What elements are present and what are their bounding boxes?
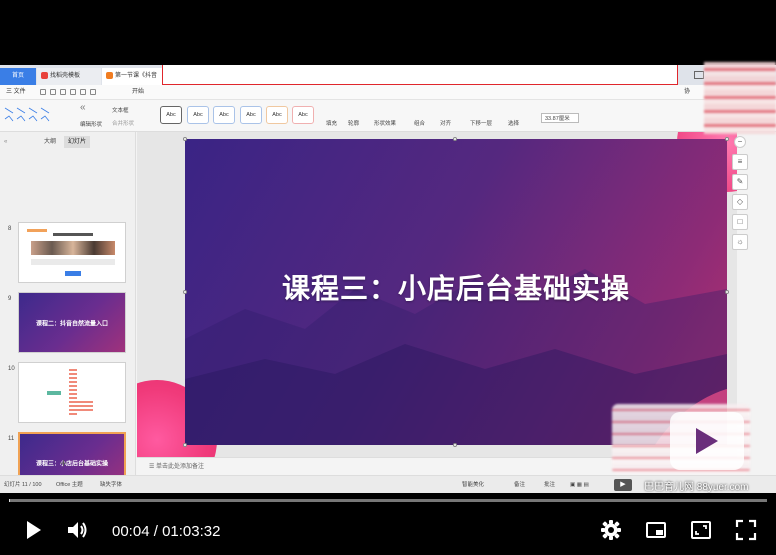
preview-icon[interactable] (70, 89, 76, 95)
slide-thumbnail-title: 课程三：小店后台基础实操 (35, 461, 108, 467)
tab-slides[interactable]: 幻灯片 (64, 136, 91, 148)
undo-icon[interactable] (80, 89, 86, 95)
slide-thumbnail-9[interactable]: 课程二：抖音自然流量入口 (18, 292, 126, 353)
fill-label[interactable]: 填充 (326, 119, 337, 127)
shape-style-1[interactable]: Abc (160, 106, 182, 124)
slide-thumbnail-panel: « 大纲 幻灯片 8 9 课程二：抖音自然流量入口 10 11 课程三：小店后台… (0, 132, 136, 493)
slide-count: 幻灯片 11 / 100 (4, 482, 42, 488)
time-separator: / (149, 523, 163, 540)
slide-number: 8 (8, 226, 12, 232)
volume-icon[interactable] (66, 519, 88, 541)
redo-icon[interactable] (90, 89, 96, 95)
time-display: 00:04 / 01:03:32 (112, 523, 220, 540)
frame-icon[interactable]: □ (732, 214, 748, 230)
layers-icon[interactable]: ≡ (732, 154, 748, 170)
tab-templates-label: 找稻壳模板 (50, 73, 81, 79)
edit-shape-label[interactable]: 编辑形状 (80, 120, 102, 128)
tab-outline[interactable]: 大纲 (44, 136, 56, 148)
outline-label[interactable]: 轮廓 (348, 119, 359, 127)
redaction-box (162, 65, 678, 85)
fullscreen-icon[interactable] (735, 519, 757, 541)
resize-handle[interactable] (453, 137, 457, 141)
panel-tabs: « 大纲 幻灯片 (0, 136, 136, 148)
merge-shape-label[interactable]: 合并形状 (112, 119, 134, 127)
duration: 01:03:32 (162, 523, 221, 540)
slideshow-play-icon[interactable]: ▶ (614, 479, 632, 491)
progress-fill (9, 499, 10, 502)
move-down-label[interactable]: 下移一层 (470, 119, 492, 127)
add-slide-button[interactable]: + (60, 456, 67, 470)
resize-handle[interactable] (183, 137, 187, 141)
diamond-icon[interactable]: ◇ (732, 194, 748, 210)
ribbon-toolbar: « 编辑形状 文本框 合并形状 Abc Abc Abc Abc Abc Abc … (0, 100, 776, 132)
shape-style-6[interactable]: Abc (292, 106, 314, 124)
menu-collab[interactable]: 协 (684, 85, 690, 100)
slide-number: 11 (8, 436, 15, 442)
shape-style-3[interactable]: Abc (213, 106, 235, 124)
watermark-play-icon (696, 428, 718, 454)
menu-file[interactable]: 三 文件 (6, 85, 26, 100)
slide-number: 10 (8, 366, 15, 372)
watermark-text: 巴巴育儿网 88yuer.com (644, 482, 749, 493)
resize-handle[interactable] (183, 290, 187, 294)
export-icon[interactable] (50, 89, 56, 95)
tab-home[interactable]: 首页 (0, 68, 36, 85)
shape-style-2[interactable]: Abc (187, 106, 209, 124)
slide-number: 9 (8, 296, 12, 302)
notes-toggle[interactable]: 备注 (514, 476, 525, 493)
shape-style-4[interactable]: Abc (240, 106, 262, 124)
tab-document-label: 第一节课《抖音 (115, 73, 158, 79)
resize-handle[interactable] (183, 443, 187, 447)
print-icon[interactable] (60, 89, 66, 95)
theater-mode-icon[interactable] (690, 519, 712, 541)
tab-bar: 首页 找稻壳模板 第一节课《抖音 (0, 65, 776, 85)
slide-thumbnail-8[interactable] (18, 222, 126, 283)
select-label[interactable]: 选择 (508, 119, 519, 127)
menu-start[interactable]: 开始 (132, 85, 144, 100)
current-slide[interactable]: 课程三：小店后台基础实操 (185, 139, 727, 445)
presentation-icon (106, 71, 113, 79)
play-icon[interactable] (22, 519, 44, 541)
resize-handle[interactable] (453, 443, 457, 447)
tab-document[interactable]: 第一节课《抖音 (102, 68, 164, 85)
settings-gear-icon[interactable] (600, 519, 622, 541)
view-mode-icons[interactable]: ▣ ▦ ▤ (570, 476, 589, 493)
slide-thumbnail-title: 课程二：抖音自然流量入口 (35, 321, 108, 327)
notes-icon: ☰ (149, 464, 157, 470)
chevron-left-icon[interactable]: « (80, 102, 86, 113)
watermark-blur (704, 62, 776, 134)
shape-style-5[interactable]: Abc (266, 106, 288, 124)
right-tool-strip: − ≡ ✎ ◇ □ ☼ (729, 136, 751, 256)
align-label[interactable]: 对齐 (440, 119, 451, 127)
current-time: 00:04 (112, 523, 150, 540)
theme-name: Office 主题 (56, 482, 83, 488)
wps-logo-icon (41, 71, 48, 79)
resize-handle[interactable] (725, 290, 729, 294)
smart-beautify-button[interactable]: 智能美化 (462, 476, 484, 493)
width-input[interactable]: 33.87厘米 (541, 113, 579, 123)
menu-bar: 三 文件 开始 协 (0, 85, 776, 100)
window-restore-icon[interactable] (694, 71, 704, 79)
comment-toggle[interactable]: 批注 (544, 476, 555, 493)
shape-effect-label[interactable]: 形状效果 (374, 119, 396, 127)
quick-access-toolbar (40, 89, 124, 96)
combine-label[interactable]: 组合 (414, 119, 425, 127)
text-box-label[interactable]: 文本框 (112, 106, 129, 114)
notes-placeholder: 单击此处添加备注 (156, 464, 205, 470)
tab-templates[interactable]: 找稻壳模板 (37, 68, 101, 85)
video-player[interactable]: 首页 找稻壳模板 第一节课《抖音 三 文件 开始 协 « 编辑形状 文本框 合并… (0, 0, 776, 555)
picture-in-picture-icon[interactable] (645, 519, 667, 541)
slide-title[interactable]: 课程三：小店后台基础实操 (185, 267, 727, 307)
bulb-icon[interactable]: ☼ (732, 234, 748, 250)
progress-bar[interactable] (9, 499, 767, 502)
zoom-out-icon[interactable]: − (734, 136, 746, 148)
player-controls: 00:04 / 01:03:32 (0, 505, 776, 555)
save-icon[interactable] (40, 89, 46, 95)
slide-thumbnail-10[interactable] (18, 362, 126, 423)
collapse-panel-icon[interactable]: « (4, 136, 7, 148)
pen-icon[interactable]: ✎ (732, 174, 748, 190)
connector-shapes-icon[interactable] (3, 104, 63, 128)
missing-font-indicator[interactable]: 缺失字体 (100, 476, 122, 493)
